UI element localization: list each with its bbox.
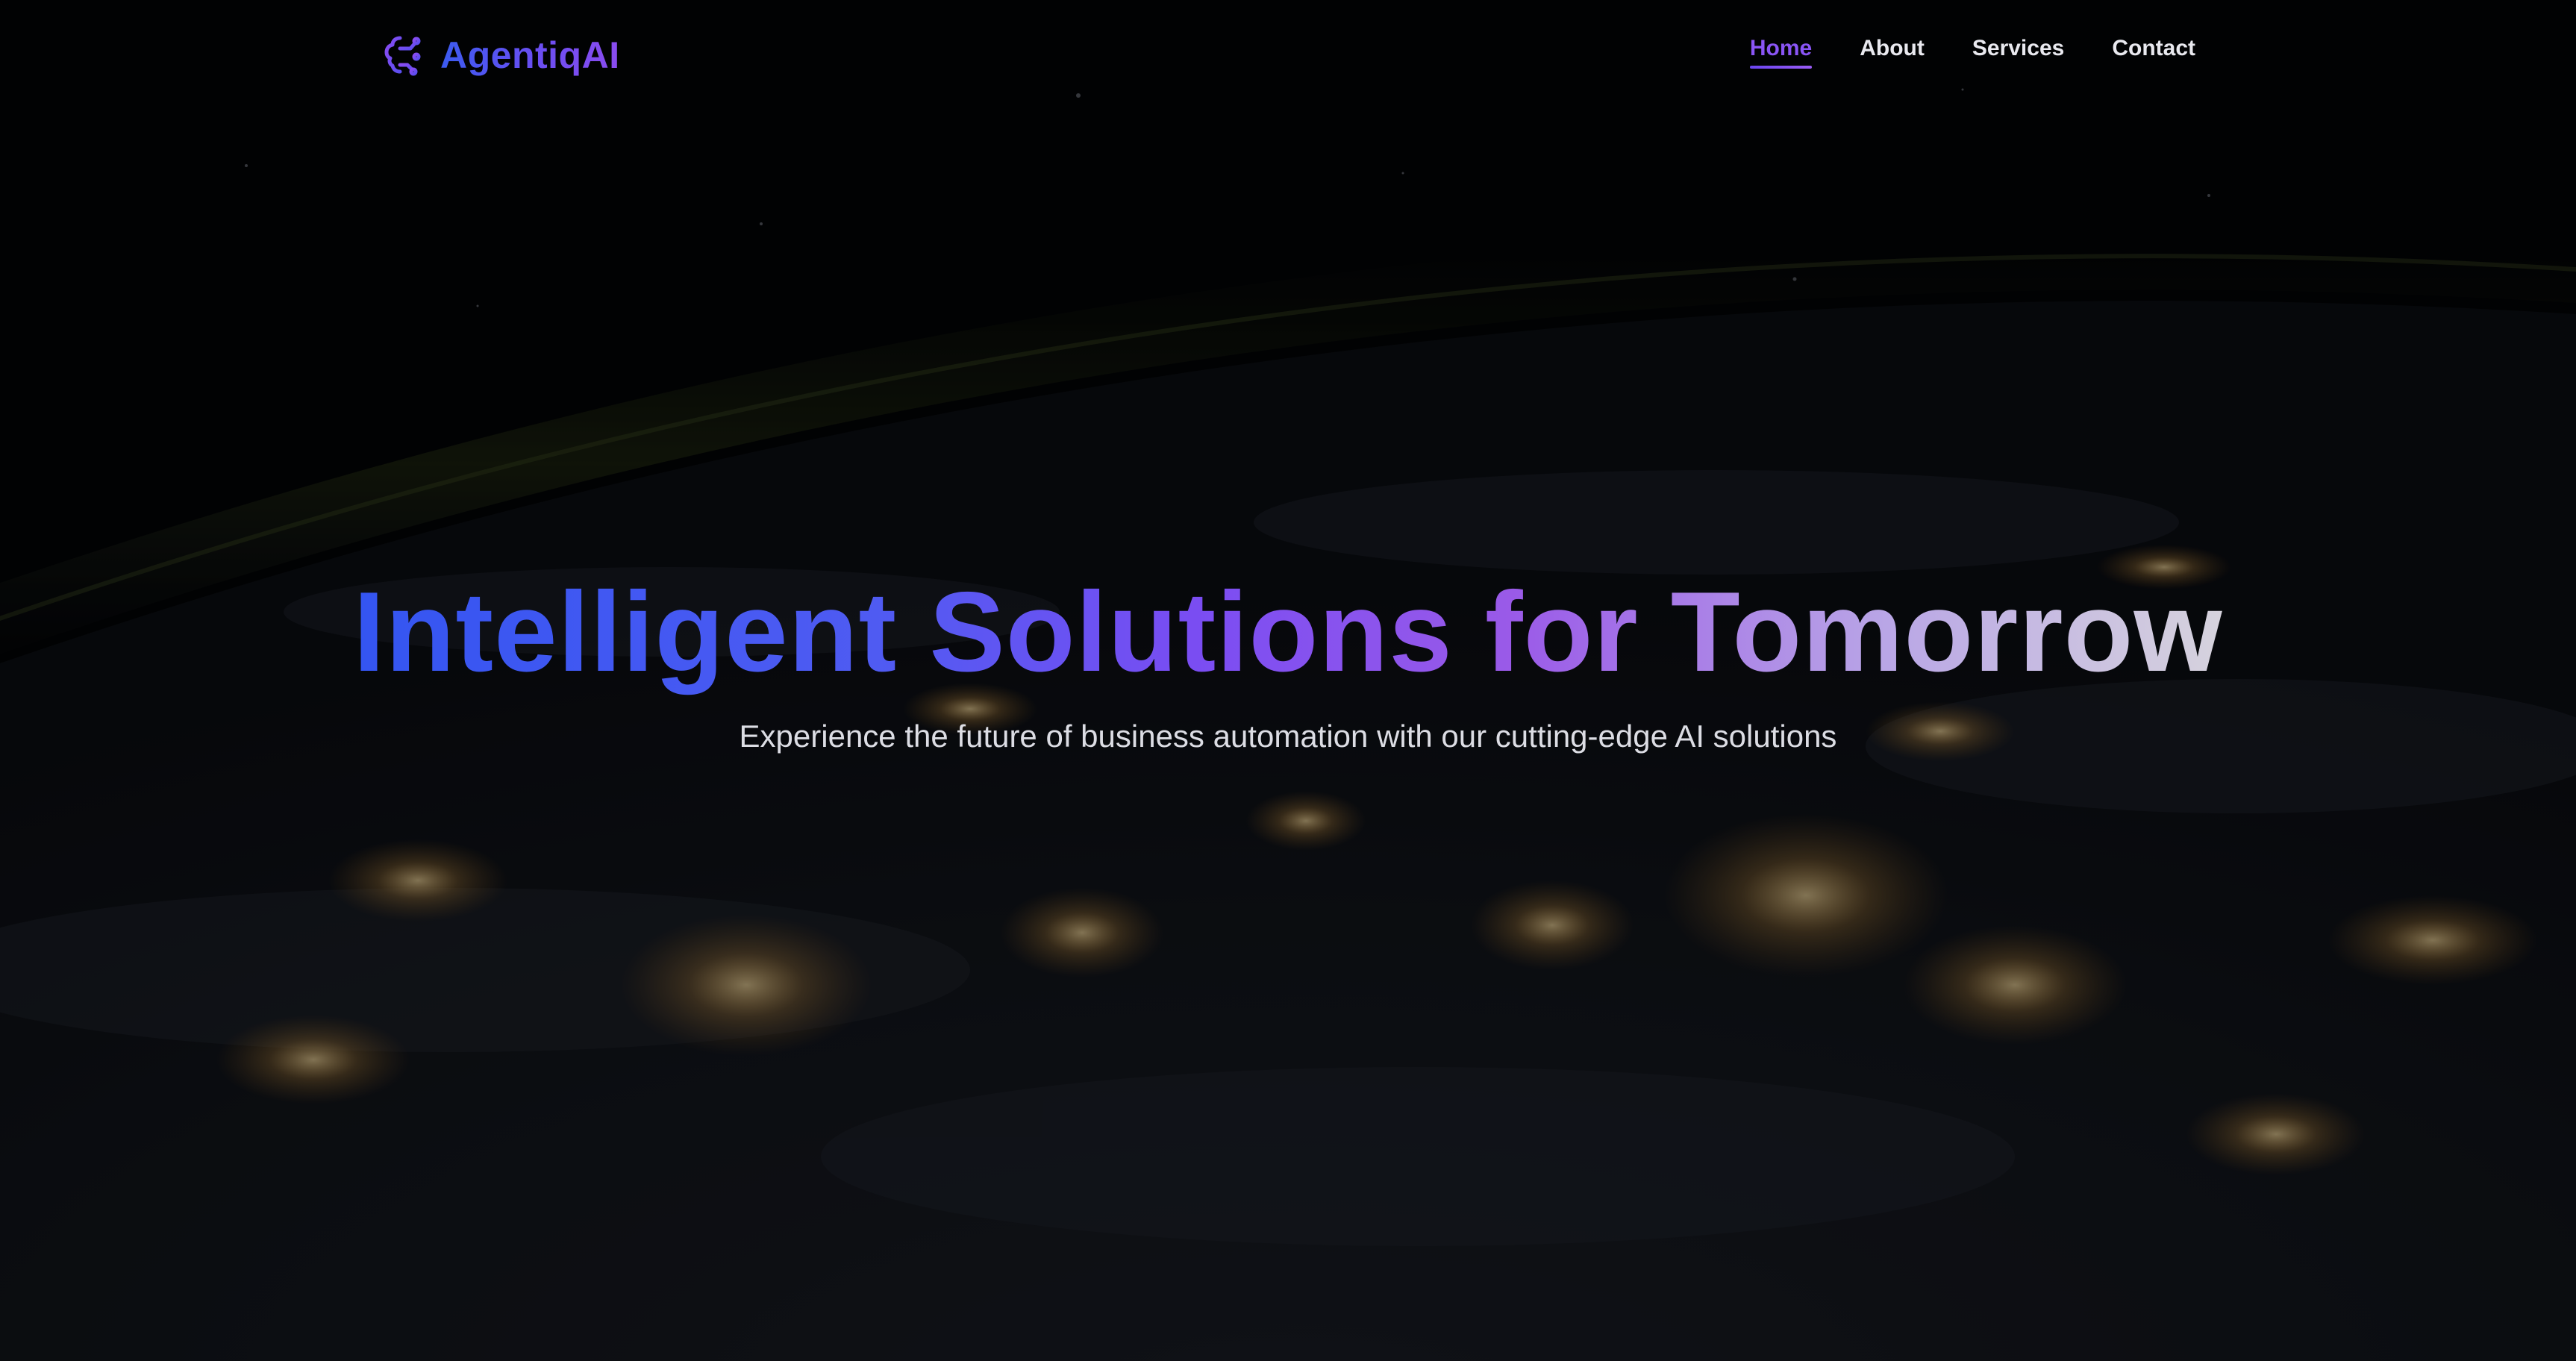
- brand-name: AgentiqAI: [440, 34, 620, 76]
- nav-item-services[interactable]: Services: [1972, 36, 2064, 69]
- hero-section: Intelligent Solutions for Tomorrow Exper…: [0, 567, 2576, 754]
- nav-item-about[interactable]: About: [1860, 36, 1925, 69]
- nav-menu: Home About Services Contact: [1749, 36, 2195, 69]
- hero-subtitle: Experience the future of business automa…: [739, 718, 1837, 754]
- hero-title: Intelligent Solutions for Tomorrow: [353, 567, 2222, 698]
- nav-item-home[interactable]: Home: [1749, 36, 1813, 69]
- nav-item-contact[interactable]: Contact: [2112, 36, 2195, 69]
- brain-icon: [381, 32, 427, 78]
- brand-logo[interactable]: AgentiqAI: [381, 28, 620, 82]
- page: AgentiqAI Home About Services Contact In…: [0, 0, 2576, 1361]
- top-navbar: AgentiqAI Home About Services Contact: [0, 0, 2576, 112]
